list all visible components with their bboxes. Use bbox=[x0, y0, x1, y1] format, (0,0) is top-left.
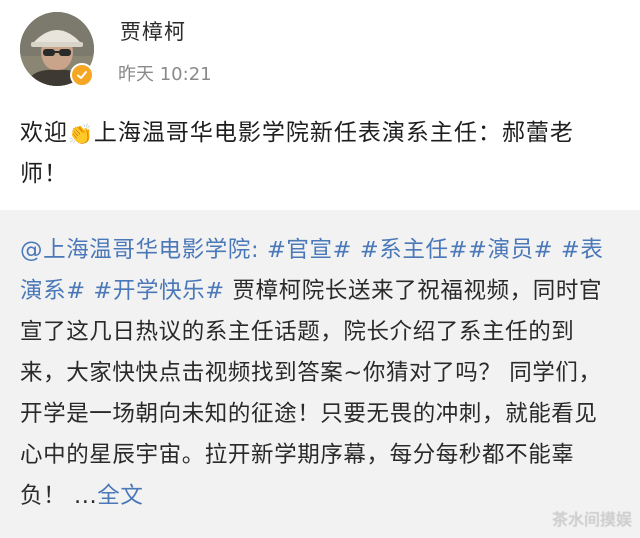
mention-colon: : bbox=[251, 237, 267, 263]
repost-body: 贾樟柯院长送来了祝福视频，同时官宣了这几日热议的系主任话题，院长介绍了系主任的到… bbox=[20, 278, 603, 509]
hashtag-link[interactable]: #系主任# bbox=[360, 237, 468, 263]
watermark: 茶水间摸娱 bbox=[551, 510, 632, 529]
post-header: 贾樟柯 昨天 10:21 bbox=[0, 0, 640, 100]
hashtag-link[interactable]: #演员# bbox=[468, 237, 553, 263]
hashtag-link[interactable]: #官宣# bbox=[267, 237, 352, 263]
post-timestamp: 昨天 10:21 bbox=[118, 64, 212, 85]
clapping-hands-icon: 👏 bbox=[68, 122, 94, 146]
hashtag-link[interactable]: #开学快乐# bbox=[93, 278, 224, 304]
post-text-start: 欢迎 bbox=[20, 120, 68, 146]
repost-card[interactable]: @上海温哥华电影学院: #官宣# #系主任##演员# #表演系# #开学快乐# … bbox=[0, 210, 640, 538]
ellipsis: ... bbox=[73, 483, 98, 509]
repost-text: @上海温哥华电影学院: #官宣# #系主任##演员# #表演系# #开学快乐# … bbox=[20, 230, 620, 517]
verified-badge-icon bbox=[70, 63, 94, 87]
mention-link[interactable]: @上海温哥华电影学院 bbox=[20, 237, 251, 263]
post-text: 欢迎👏上海温哥华电影学院新任表演系主任：郝蕾老师！ bbox=[20, 113, 620, 194]
post-text-rest: 上海温哥华电影学院新任表演系主任：郝蕾老师！ bbox=[20, 120, 574, 187]
read-more-link[interactable]: 全文 bbox=[97, 483, 143, 509]
user-name[interactable]: 贾樟柯 bbox=[120, 16, 186, 46]
